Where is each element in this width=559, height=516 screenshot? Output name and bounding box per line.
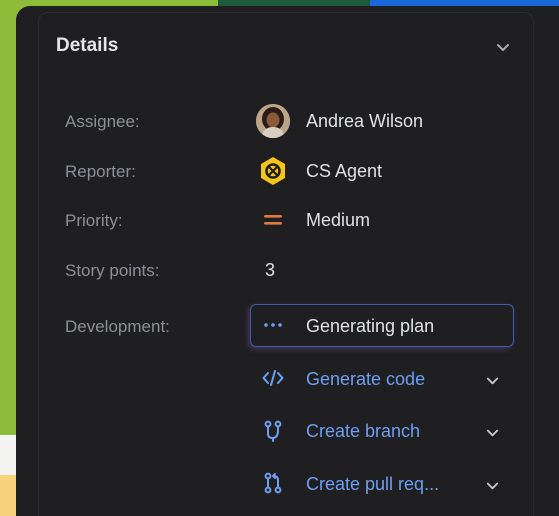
story-points-label: Story points:: [65, 261, 160, 280]
branch-icon: [264, 420, 282, 442]
reporter-label: Reporter:: [65, 162, 136, 181]
chevron-down-icon: [497, 44, 509, 51]
generating-plan-text: Generating plan: [306, 316, 435, 336]
code-icon: [262, 370, 284, 386]
create-branch-dropdown[interactable]: [482, 422, 502, 442]
create-pr-dropdown[interactable]: [482, 475, 502, 495]
assignee-avatar[interactable]: [256, 104, 290, 138]
hexagon-agent-icon: [261, 157, 285, 185]
progress-dots-wrap: [256, 308, 290, 342]
collapse-details-button[interactable]: [492, 36, 514, 58]
chevron-down-icon: [486, 429, 498, 436]
story-points-value[interactable]: 3: [265, 260, 275, 281]
assignee-name[interactable]: Andrea Wilson: [306, 111, 423, 132]
reporter-avatar[interactable]: [256, 154, 290, 188]
create-pr-icon-wrap: [256, 466, 290, 500]
person-avatar-icon: [256, 104, 290, 138]
generate-code-dropdown[interactable]: [482, 370, 502, 390]
priority-value[interactable]: Medium: [306, 210, 370, 231]
chevron-down-icon: [486, 482, 498, 489]
priority-icon-wrap: [256, 203, 290, 237]
assignee-label: Assignee:: [65, 112, 140, 131]
chevron-down-icon: [486, 377, 498, 384]
generate-code-link[interactable]: Generate code: [306, 369, 425, 390]
generate-code-icon-wrap: [256, 361, 290, 395]
create-pull-request-link[interactable]: Create pull req...: [306, 474, 439, 495]
reporter-name[interactable]: CS Agent: [306, 161, 382, 182]
create-branch-icon-wrap: [256, 414, 290, 448]
priority-label: Priority:: [65, 211, 123, 230]
more-dots-icon: [264, 323, 282, 327]
priority-medium-icon: [264, 215, 282, 225]
create-branch-link[interactable]: Create branch: [306, 421, 420, 442]
pull-request-icon: [264, 472, 282, 494]
details-title: Details: [56, 35, 119, 56]
development-label: Development:: [65, 317, 170, 336]
